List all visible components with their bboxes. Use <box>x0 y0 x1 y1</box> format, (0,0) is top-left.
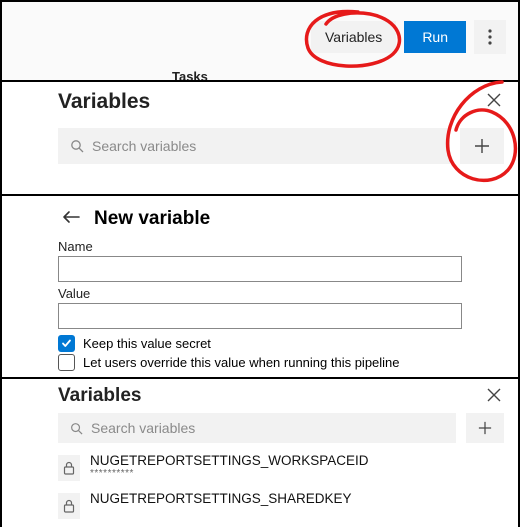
close-button[interactable] <box>486 92 502 113</box>
variable-row[interactable]: NUGETREPORTSETTINGS_SHAREDKEY <box>58 491 504 519</box>
panel-title: Variables <box>58 385 504 407</box>
plus-icon <box>474 138 490 154</box>
name-label: Name <box>58 239 462 254</box>
name-input[interactable] <box>58 256 462 282</box>
variables-panel-populated: Variables NUGETREPORTSETTINGS_WORKSPACEI… <box>0 377 520 527</box>
lock-icon <box>58 493 80 519</box>
override-checkbox[interactable] <box>58 354 75 371</box>
close-icon <box>486 387 502 403</box>
search-icon <box>70 422 83 435</box>
search-input[interactable] <box>92 138 438 154</box>
arrow-left-icon <box>62 210 80 224</box>
new-variable-title: New variable <box>94 208 210 230</box>
back-button[interactable] <box>58 206 84 231</box>
search-icon <box>70 139 84 153</box>
variable-name: NUGETREPORTSETTINGS_WORKSPACEID <box>90 453 369 468</box>
close-icon <box>486 92 502 108</box>
value-label: Value <box>58 286 462 301</box>
panel-title: Variables <box>58 90 504 114</box>
variable-mask: ********** <box>90 468 369 479</box>
variables-panel-empty: Variables <box>0 80 520 194</box>
pipeline-toolbar: Variables Run Tasks <box>0 0 520 80</box>
search-box[interactable] <box>58 128 450 164</box>
checkmark-icon <box>61 338 72 349</box>
add-variable-button[interactable] <box>460 128 504 164</box>
more-options-button[interactable] <box>474 20 506 54</box>
override-label: Let users override this value when runni… <box>83 355 400 370</box>
kebab-icon <box>488 29 492 45</box>
variable-name: NUGETREPORTSETTINGS_SHAREDKEY <box>90 491 352 506</box>
value-input[interactable] <box>58 303 462 329</box>
secret-checkbox[interactable] <box>58 335 75 352</box>
variables-button[interactable]: Variables <box>311 21 396 53</box>
search-input[interactable] <box>91 420 444 436</box>
run-button[interactable]: Run <box>404 21 466 53</box>
add-variable-button[interactable] <box>466 413 504 443</box>
variable-row[interactable]: NUGETREPORTSETTINGS_WORKSPACEID ********… <box>58 453 504 481</box>
new-variable-form: New variable Name Value Keep this value … <box>0 194 520 377</box>
plus-icon <box>478 421 492 435</box>
search-box[interactable] <box>58 413 456 443</box>
secret-label: Keep this value secret <box>83 336 211 351</box>
lock-icon <box>58 455 80 481</box>
close-button[interactable] <box>486 387 502 408</box>
